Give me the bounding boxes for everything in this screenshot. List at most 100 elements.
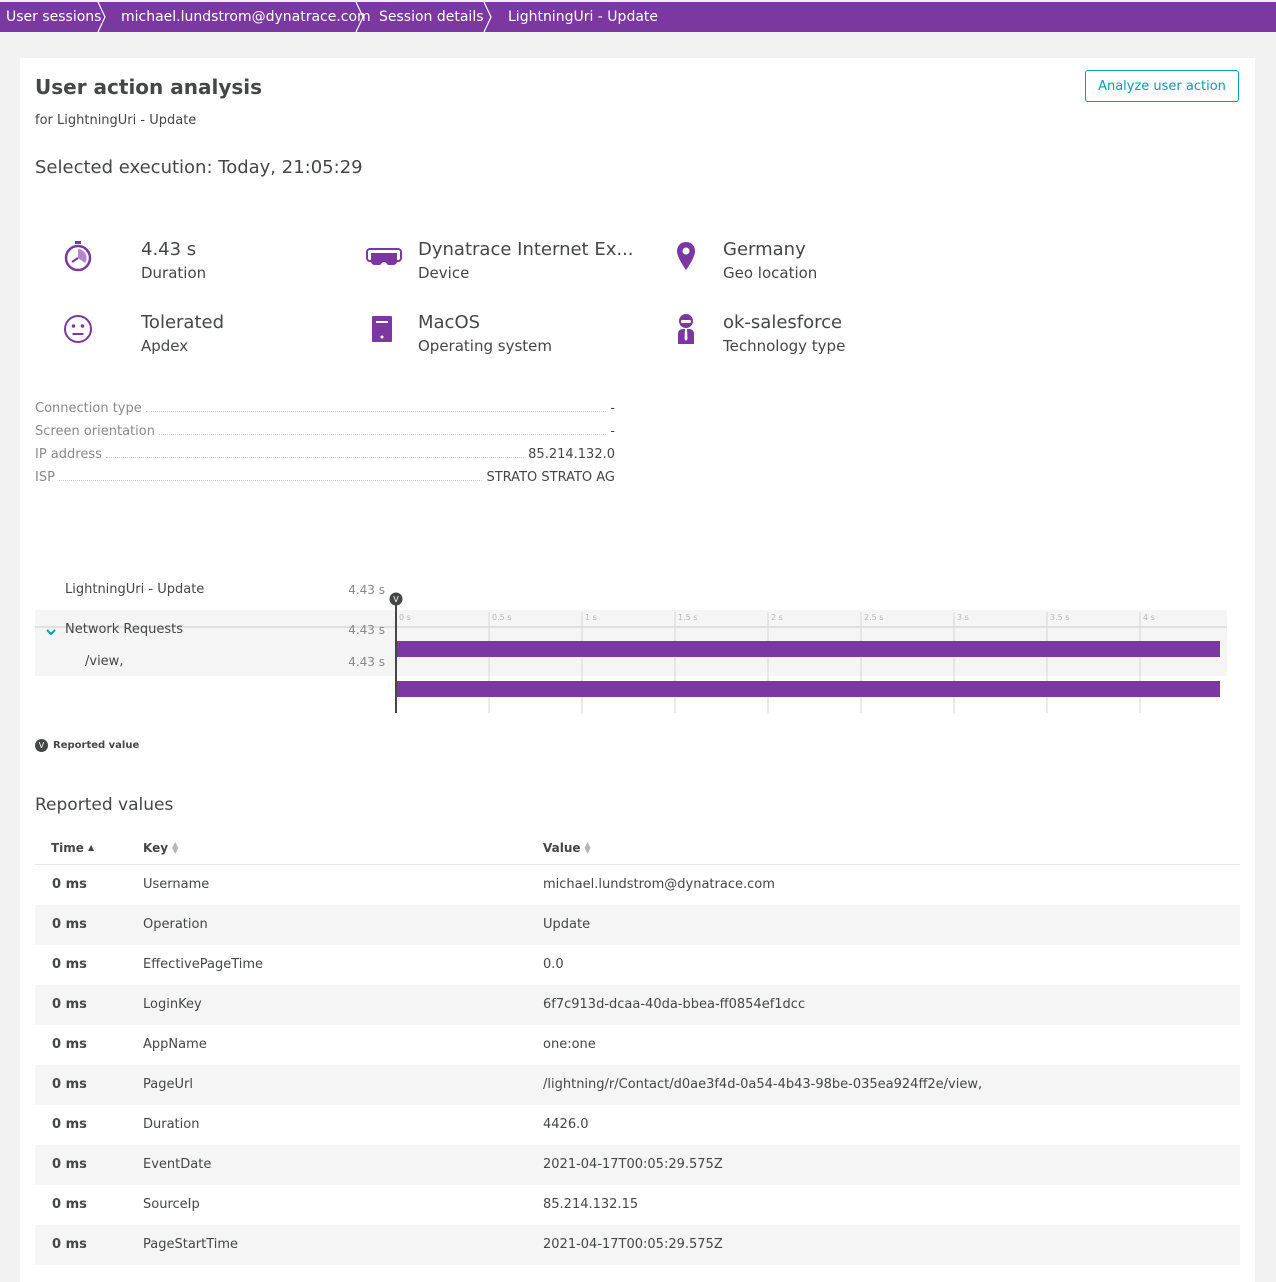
os-document-icon [370, 312, 394, 346]
axis-tick-label: 0 s [399, 613, 411, 622]
property-value: - [606, 401, 615, 416]
tile-geo-location: Germany Geo location [676, 239, 976, 289]
tile-value: Germany [723, 239, 806, 260]
tile-value: Dynatrace Internet Ex... [418, 239, 634, 260]
property-row: Screen orientation - [35, 416, 615, 439]
cell-time: 0 ms [52, 1197, 87, 1212]
dotted-leader [145, 411, 607, 412]
tile-operating-system: MacOS Operating system [370, 312, 670, 362]
waterfall-row-duration: 4.43 s [348, 623, 385, 637]
sort-both-icon: ▲ ▼ [172, 840, 179, 855]
tile-technology-type: ok-salesforce Technology type [676, 312, 976, 362]
axis-tick-label: 1 s [585, 613, 597, 622]
cell-key: EffectivePageTime [143, 957, 264, 972]
property-key: ISP [35, 470, 59, 485]
cell-key: SourceIp [143, 1197, 200, 1212]
table-row: 0 ms Username michael.lundstrom@dynatrac… [35, 865, 1240, 905]
cell-value: 85.214.132.15 [543, 1197, 639, 1212]
tile-apdex: Tolerated Apdex [62, 312, 362, 362]
cell-time: 0 ms [52, 917, 87, 932]
cell-value: michael.lundstrom@dynatrace.com [543, 877, 775, 892]
breadcrumb-separator [96, 2, 108, 32]
chevron-down-icon[interactable] [45, 626, 57, 638]
breadcrumb-user[interactable]: michael.lundstrom@dynatrace.com [108, 2, 371, 32]
breadcrumb-label: LightningUri - Update [508, 9, 659, 25]
tile-label: Technology type [723, 337, 846, 355]
selected-execution: Selected execution: Today, 21:05:29 [35, 157, 363, 178]
waterfall-chart: 0 s0.5 s1 s1.5 s2 s2.5 s3 s3.5 s4 sVV Li… [35, 533, 1230, 713]
column-header-key[interactable]: Key ▲ ▼ [143, 840, 179, 856]
table-row: 0 ms LoginKey 6f7c913d-dcaa-40da-bbea-ff… [35, 985, 1240, 1025]
cell-time: 0 ms [52, 957, 87, 972]
waterfall-row-label-network[interactable]: Network Requests [65, 622, 183, 637]
property-row: IP address 85.214.132.0 [35, 439, 615, 462]
tile-value: Tolerated [141, 312, 225, 333]
axis-tick-label: 3.5 s [1050, 613, 1069, 622]
tile-label: Geo location [723, 264, 818, 282]
reported-value-marker-icon: V [35, 739, 48, 752]
tile-label: Operating system [418, 337, 552, 355]
breadcrumb: User sessions michael.lundstrom@dynatrac… [0, 2, 1276, 32]
user-action-card: User action analysis for LightningUri - … [20, 58, 1255, 1282]
column-header-value[interactable]: Value ▲ ▼ [543, 841, 591, 856]
column-header-time[interactable]: Time ▲ [51, 841, 94, 855]
analyze-user-action-button[interactable]: Analyze user action [1085, 70, 1239, 102]
reported-value-marker-label: V [393, 595, 399, 604]
cell-time: 0 ms [52, 997, 87, 1012]
breadcrumb-label: Session details [379, 9, 484, 25]
property-key: Screen orientation [35, 424, 159, 439]
waterfall-row-label-request[interactable]: /view, [85, 654, 123, 669]
cell-key: AppName [143, 1037, 207, 1052]
axis-tick-label: 4 s [1143, 613, 1155, 622]
cell-time: 0 ms [52, 1237, 87, 1252]
page-subtitle: for LightningUri - Update [35, 113, 197, 128]
cell-time: 0 ms [52, 1077, 87, 1092]
headset-device-icon [366, 239, 402, 273]
cell-value: one:one [543, 1037, 596, 1052]
property-row: ISP STRATO STRATO AG [35, 462, 615, 485]
tile-value: 4.43 s [141, 239, 197, 260]
column-label: Key [143, 841, 169, 855]
cell-value: /lightning/r/Contact/d0ae3f4d-0a54-4b43-… [543, 1077, 983, 1092]
dotted-leader [105, 457, 525, 458]
cell-value: 6f7c913d-dcaa-40da-bbea-ff0854ef1dcc [543, 997, 806, 1012]
waterfall-row-duration: 4.43 s [348, 655, 385, 669]
waterfall-bar [397, 681, 1220, 697]
axis-tick-label: 1.5 s [678, 613, 697, 622]
breadcrumb-label: michael.lundstrom@dynatrace.com [121, 9, 371, 25]
property-key: IP address [35, 447, 106, 462]
property-value: 85.214.132.0 [524, 447, 615, 462]
stopwatch-icon [62, 239, 94, 273]
waterfall-legend: V Reported value [35, 739, 139, 752]
column-label: Value [543, 841, 581, 855]
waterfall-row-label-action[interactable]: LightningUri - Update [65, 582, 204, 597]
cell-value: 0.0 [543, 957, 564, 972]
breadcrumb-label: User sessions [6, 9, 102, 25]
sort-ascending-icon: ▲ [87, 843, 95, 852]
table-row: 0 ms SourceIp 85.214.132.15 [35, 1185, 1240, 1225]
tile-value: MacOS [418, 312, 481, 333]
table-row: 0 ms EventDate 2021-04-17T00:05:29.575Z [35, 1145, 1240, 1185]
legend-label: Reported value [53, 740, 140, 751]
dotted-leader [58, 480, 483, 481]
cell-key: PageUrl [143, 1077, 193, 1092]
axis-tick-label: 3 s [957, 613, 969, 622]
property-value: STRATO STRATO AG [482, 470, 615, 485]
breadcrumb-current-action: LightningUri - Update [488, 2, 658, 32]
table-row: 0 ms PageStartTime 2021-04-17T00:05:29.5… [35, 1225, 1240, 1265]
breadcrumb-user-sessions[interactable]: User sessions [0, 2, 108, 32]
cell-key: PageStartTime [143, 1237, 239, 1252]
cell-time: 0 ms [52, 1157, 87, 1172]
tile-label: Apdex [141, 337, 189, 355]
breadcrumb-session-details[interactable]: Session details [360, 2, 492, 32]
location-pin-icon [676, 239, 696, 273]
table-row: 0 ms Duration 4426.0 [35, 1105, 1240, 1145]
reported-values-title: Reported values [35, 795, 174, 815]
cell-time: 0 ms [52, 1037, 87, 1052]
cell-value: 2021-04-17T00:05:29.575Z [543, 1157, 723, 1172]
property-key: Connection type [35, 401, 146, 416]
dotted-leader [158, 434, 607, 435]
cell-key: Operation [143, 917, 208, 932]
table-row: 0 ms EffectivePageTime 0.0 [35, 945, 1240, 985]
page-title: User action analysis [35, 75, 263, 99]
